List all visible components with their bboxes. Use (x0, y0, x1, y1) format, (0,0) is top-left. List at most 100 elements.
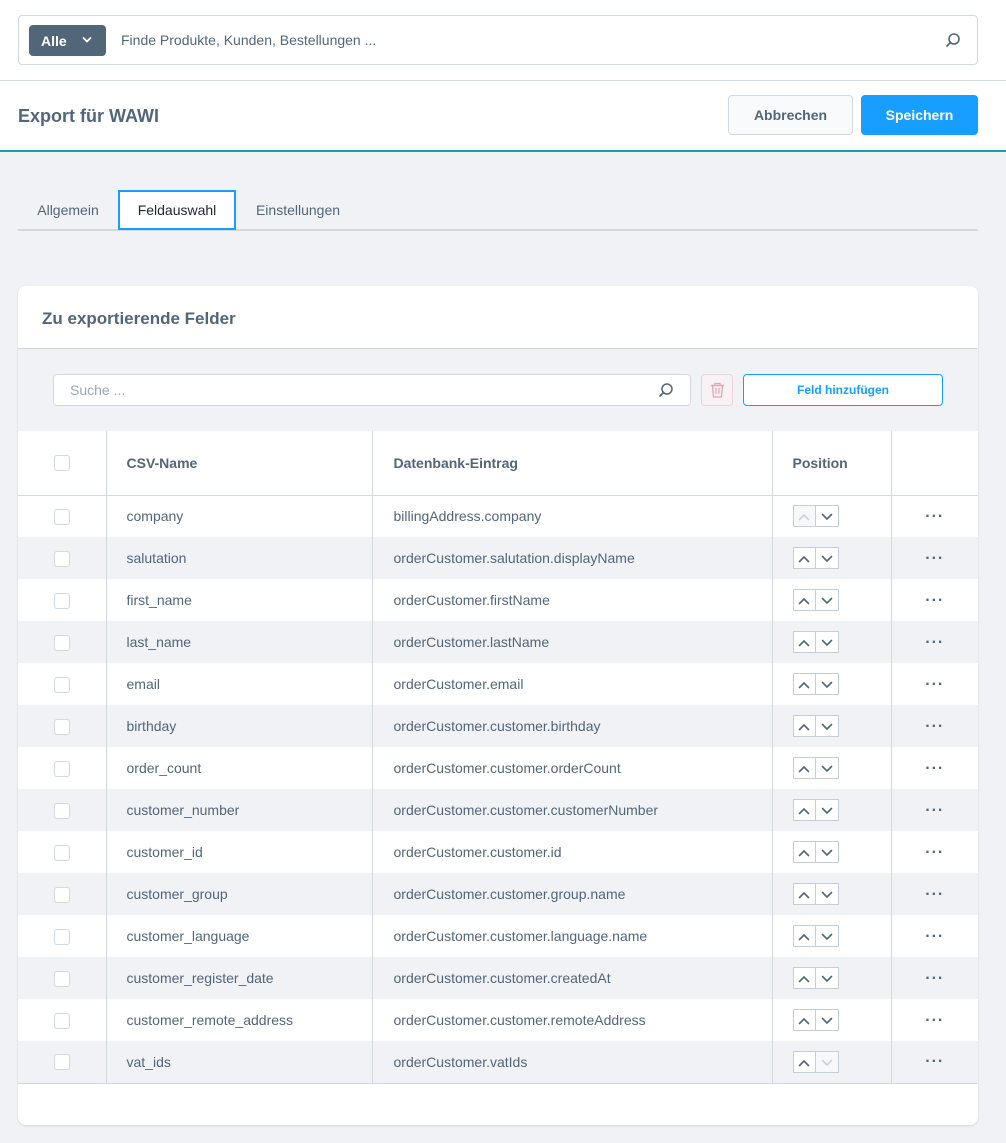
move-up-button[interactable] (792, 589, 816, 611)
db-entry-cell[interactable]: orderCustomer.customer.language.name (372, 915, 773, 957)
move-down-button[interactable] (815, 631, 839, 653)
more-actions-icon[interactable]: ··· (925, 970, 944, 987)
db-entry-cell[interactable]: billingAddress.company (372, 495, 773, 537)
more-actions-icon[interactable]: ··· (925, 592, 944, 609)
global-search[interactable]: Alle Finde Produkte, Kunden, Bestellunge… (18, 15, 978, 65)
db-entry-cell[interactable]: orderCustomer.lastName (372, 621, 773, 663)
csv-name-cell[interactable]: salutation (106, 537, 373, 579)
csv-name-cell[interactable]: email (106, 663, 373, 705)
db-entry-cell[interactable]: orderCustomer.customer.birthday (372, 705, 773, 747)
field-search[interactable] (53, 374, 691, 406)
move-down-button[interactable] (815, 589, 839, 611)
row-checkbox[interactable] (53, 508, 70, 525)
csv-name-cell[interactable]: customer_group (106, 873, 373, 915)
db-entry-cell[interactable]: orderCustomer.customer.remoteAddress (372, 999, 773, 1041)
select-all-checkbox[interactable] (53, 455, 70, 472)
more-actions-icon[interactable]: ··· (925, 508, 944, 525)
csv-name-cell[interactable]: customer_language (106, 915, 373, 957)
delete-button[interactable] (701, 374, 733, 406)
move-up-button[interactable] (792, 841, 816, 863)
move-up-button[interactable] (792, 883, 816, 905)
column-header-csv-name[interactable]: CSV-Name (106, 431, 373, 496)
move-down-button[interactable] (815, 757, 839, 779)
db-entry-cell[interactable]: orderCustomer.customer.customerNumber (372, 789, 773, 831)
add-field-button[interactable]: Feld hinzufügen (743, 374, 943, 406)
csv-name-cell[interactable]: customer_register_date (106, 957, 373, 999)
more-actions-icon[interactable]: ··· (925, 802, 944, 819)
db-entry-cell[interactable]: orderCustomer.firstName (372, 579, 773, 621)
db-entry-cell[interactable]: orderCustomer.email (372, 663, 773, 705)
move-up-button[interactable] (792, 547, 816, 569)
db-entry-cell[interactable]: orderCustomer.customer.group.name (372, 873, 773, 915)
search-icon[interactable] (658, 382, 674, 398)
more-actions-icon[interactable]: ··· (925, 634, 944, 651)
csv-name-cell[interactable]: customer_remote_address (106, 999, 373, 1041)
row-checkbox[interactable] (53, 802, 70, 819)
row-checkbox[interactable] (53, 970, 70, 987)
move-down-button[interactable] (815, 673, 839, 695)
row-checkbox[interactable] (53, 844, 70, 861)
tab-einstellungen[interactable]: Einstellungen (236, 190, 360, 230)
move-up-button[interactable] (792, 925, 816, 947)
move-down-button[interactable] (815, 925, 839, 947)
row-checkbox[interactable] (53, 592, 70, 609)
field-search-input[interactable] (54, 375, 654, 405)
db-entry-cell[interactable]: orderCustomer.vatIds (372, 1041, 773, 1084)
row-checkbox[interactable] (53, 760, 70, 777)
move-up-button[interactable] (792, 1009, 816, 1031)
more-actions-icon[interactable]: ··· (925, 886, 944, 903)
csv-name-cell[interactable]: last_name (106, 621, 373, 663)
more-actions-icon[interactable]: ··· (925, 550, 944, 567)
move-down-button[interactable] (815, 715, 839, 737)
csv-name-cell[interactable]: company (106, 495, 373, 537)
more-actions-icon[interactable]: ··· (925, 1012, 944, 1029)
column-header-db-entry[interactable]: Datenbank-Eintrag (372, 431, 773, 496)
db-entry-cell[interactable]: orderCustomer.customer.createdAt (372, 957, 773, 999)
move-down-button[interactable] (815, 505, 839, 528)
csv-name-cell[interactable]: order_count (106, 747, 373, 789)
csv-name-cell[interactable]: vat_ids (106, 1041, 373, 1084)
row-checkbox[interactable] (53, 886, 70, 903)
save-button[interactable]: Speichern (861, 95, 978, 135)
move-up-button[interactable] (792, 799, 816, 821)
tab-feldauswahl[interactable]: Feldauswahl (118, 190, 236, 230)
csv-name-cell[interactable]: customer_number (106, 789, 373, 831)
more-actions-icon[interactable]: ··· (925, 844, 944, 861)
more-actions-icon[interactable]: ··· (925, 676, 944, 693)
global-search-input[interactable]: Finde Produkte, Kunden, Bestellungen ... (121, 32, 376, 48)
move-down-button[interactable] (815, 841, 839, 863)
more-actions-icon[interactable]: ··· (925, 1053, 944, 1070)
csv-name-cell[interactable]: birthday (106, 705, 373, 747)
more-actions-icon[interactable]: ··· (925, 760, 944, 777)
db-entry-cell[interactable]: orderCustomer.customer.id (372, 831, 773, 873)
cancel-button[interactable]: Abbrechen (728, 95, 853, 135)
move-down-button[interactable] (815, 883, 839, 905)
row-checkbox[interactable] (53, 718, 70, 735)
row-checkbox[interactable] (53, 1012, 70, 1029)
move-up-button[interactable] (792, 757, 816, 779)
move-down-button[interactable] (815, 1050, 839, 1073)
move-up-button[interactable] (792, 673, 816, 695)
move-down-button[interactable] (815, 547, 839, 569)
row-checkbox[interactable] (53, 1054, 70, 1071)
move-up-button[interactable] (792, 631, 816, 653)
db-entry-cell[interactable]: orderCustomer.customer.orderCount (372, 747, 773, 789)
more-actions-icon[interactable]: ··· (925, 928, 944, 945)
csv-name-cell[interactable]: customer_id (106, 831, 373, 873)
row-checkbox[interactable] (53, 634, 70, 651)
move-up-button[interactable] (792, 967, 816, 989)
row-checkbox[interactable] (53, 676, 70, 693)
search-type-dropdown[interactable]: Alle (29, 25, 106, 56)
more-actions-icon[interactable]: ··· (925, 718, 944, 735)
column-header-position[interactable]: Position (772, 431, 892, 496)
move-up-button[interactable] (792, 715, 816, 737)
db-entry-cell[interactable]: orderCustomer.salutation.displayName (372, 537, 773, 579)
csv-name-cell[interactable]: first_name (106, 579, 373, 621)
search-icon[interactable] (945, 32, 961, 48)
row-checkbox[interactable] (53, 928, 70, 945)
move-down-button[interactable] (815, 967, 839, 989)
move-up-button[interactable] (792, 1050, 816, 1073)
tab-allgemein[interactable]: Allgemein (18, 190, 118, 230)
move-down-button[interactable] (815, 799, 839, 821)
move-down-button[interactable] (815, 1009, 839, 1031)
